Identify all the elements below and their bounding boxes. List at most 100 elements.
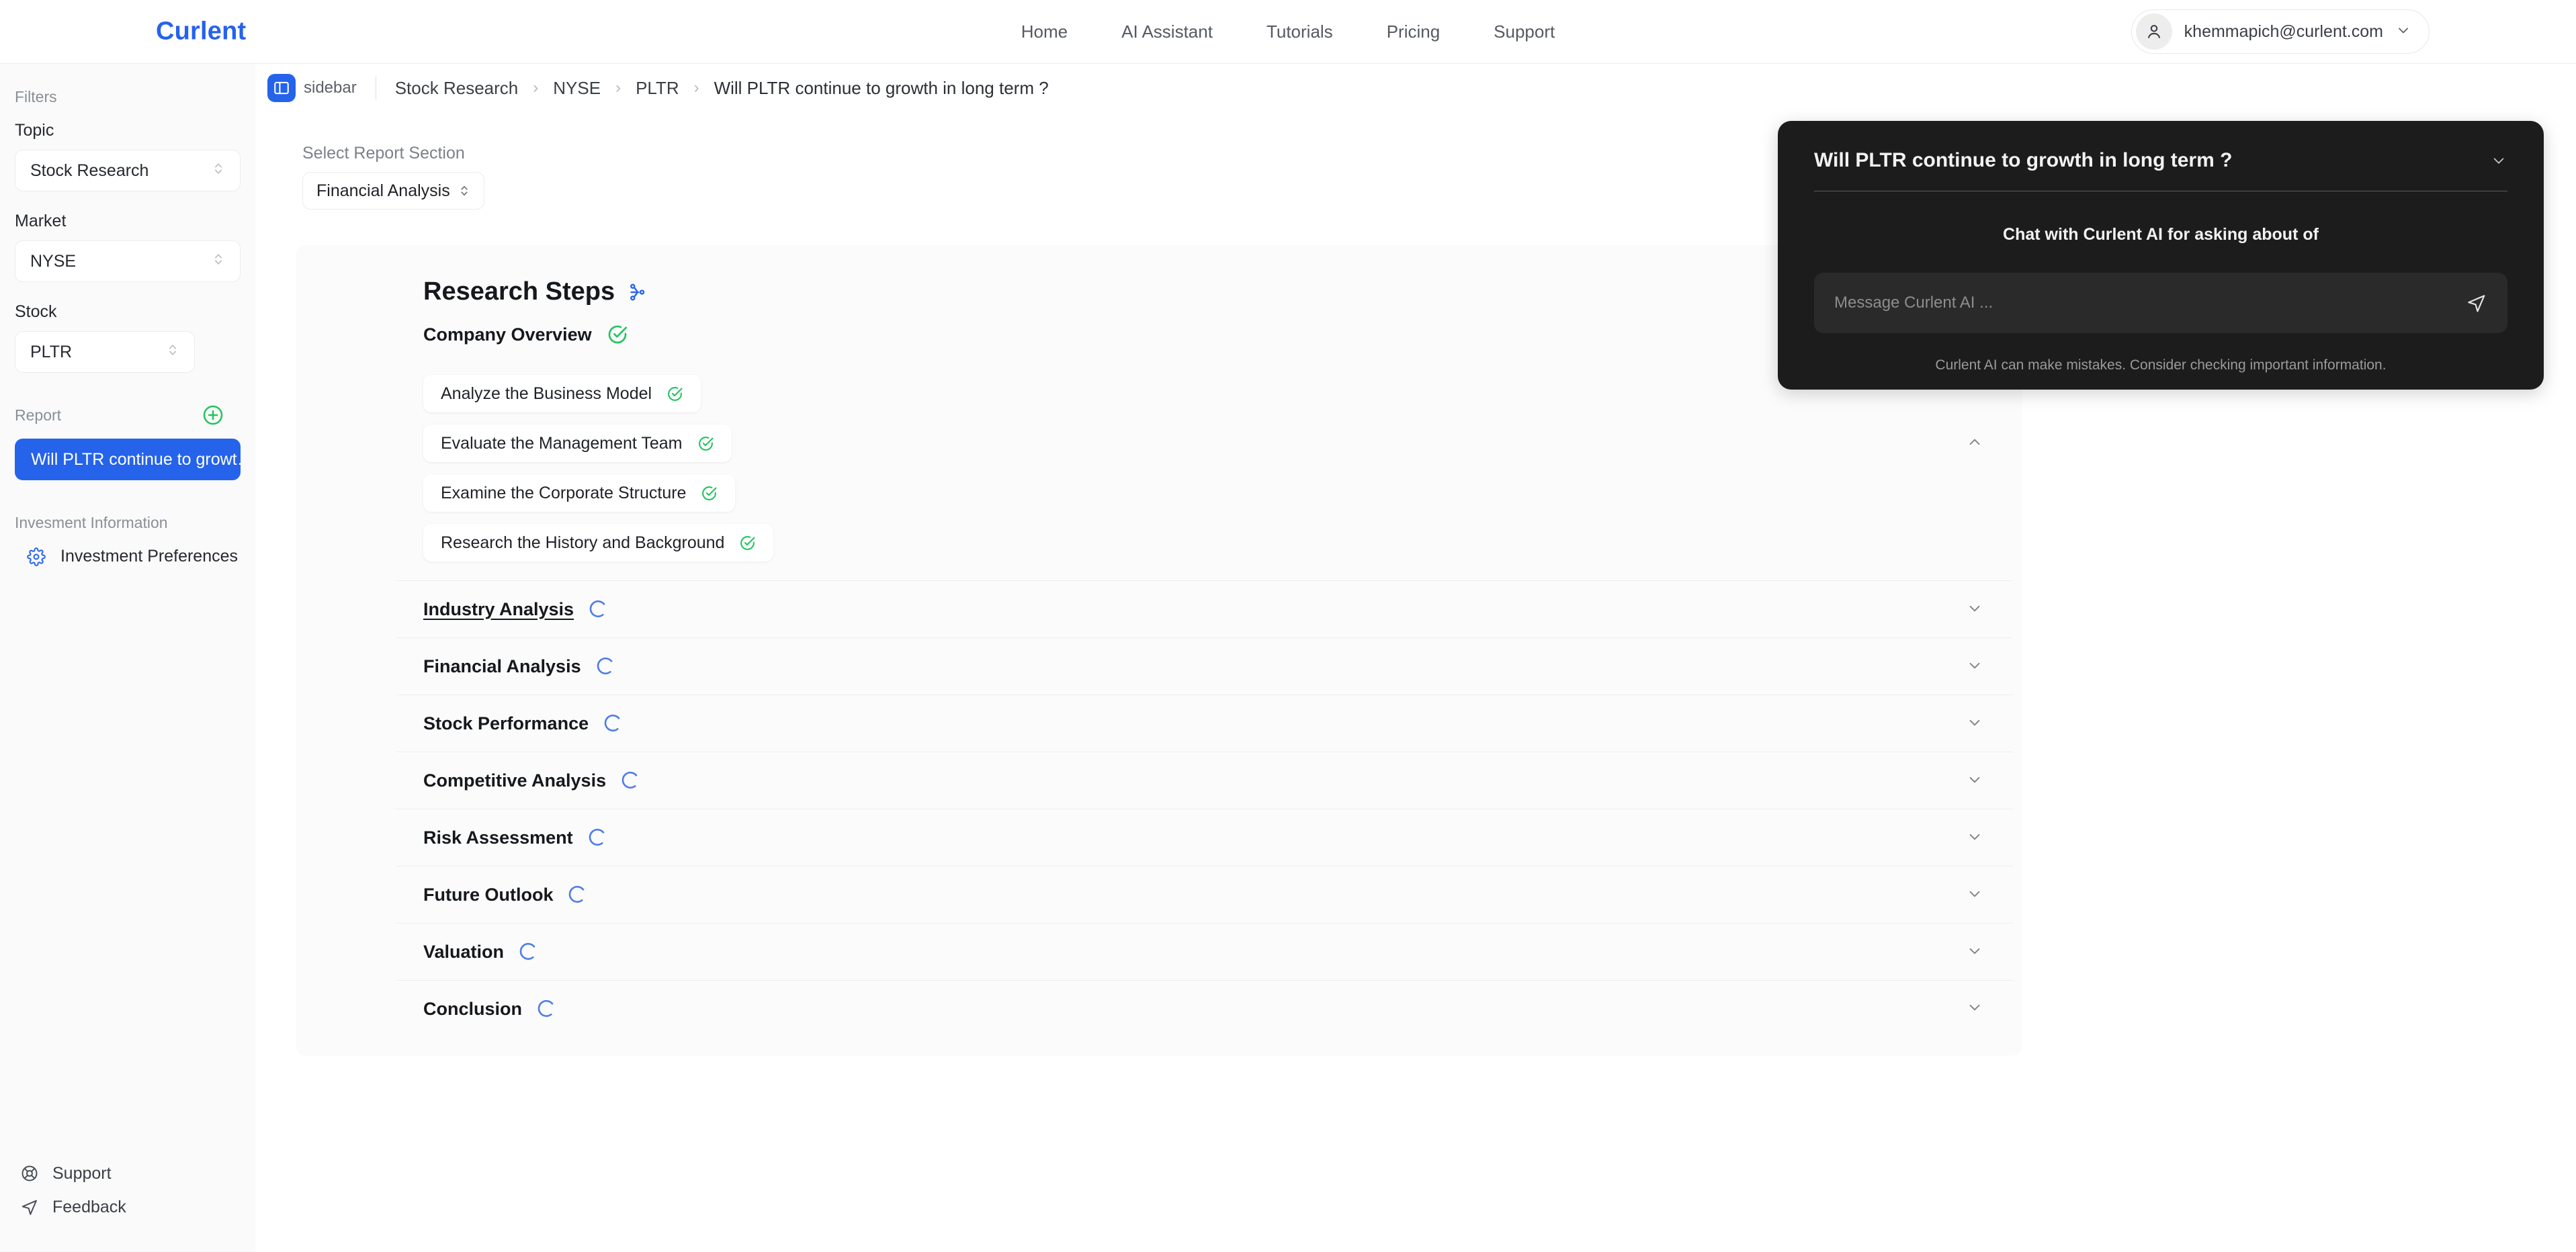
breadcrumb-bar: sidebar Stock Research › NYSE › PLTR › Will PL… <box>255 64 2576 112</box>
substep-item[interactable]: Analyze the Business Model <box>423 375 701 412</box>
account-menu[interactable]: khemmapich@curlent.com <box>2131 9 2430 54</box>
chat-panel: Will PLTR continue to growth in long ter… <box>1778 121 2544 390</box>
page-title: Research Steps <box>296 245 2022 306</box>
investment-preferences-label: Investment Preferences <box>60 547 239 566</box>
research-section: Future Outlook <box>296 866 2022 924</box>
sidebar-toggle-icon[interactable] <box>267 74 296 102</box>
plus-circle-icon[interactable] <box>202 404 224 427</box>
chevron-up-icon[interactable] <box>1966 433 1983 454</box>
substep-label: Analyze the Business Model <box>441 384 652 403</box>
research-sections-list: Company Overview Analyze the Business Mod… <box>296 306 2022 1037</box>
status-loading-icon <box>537 999 557 1019</box>
research-section-name: Company Overview <box>423 324 592 345</box>
topic-select-value: Stock Research <box>30 161 149 180</box>
stock-label: Stock <box>15 302 57 321</box>
gear-icon <box>27 547 46 566</box>
breadcrumb-item-3: Will PLTR continue to growth in long ter… <box>714 77 1049 98</box>
stock-select-value: PLTR <box>30 342 73 361</box>
breadcrumb-item-2[interactable]: PLTR <box>636 78 679 99</box>
chat-input[interactable] <box>1834 294 2455 312</box>
left-sidebar: Filters Topic Stock Research Market NYSE… <box>0 64 255 1252</box>
report-section-select[interactable]: Financial Analysis <box>302 172 484 210</box>
report-section-header: Report <box>0 404 255 427</box>
chevron-down-icon <box>2395 22 2411 42</box>
primary-nav-links: Home AI Assistant Tutorials Pricing Support <box>1021 21 1555 42</box>
chevron-down-icon[interactable] <box>1966 828 1983 848</box>
research-section: Stock Performance <box>296 695 2022 752</box>
research-section-header[interactable]: Competitive Analysis <box>296 752 2022 809</box>
research-section-name: Industry Analysis <box>423 598 574 619</box>
report-section-select-value: Financial Analysis <box>316 181 450 200</box>
market-select[interactable]: NYSE <box>15 240 241 282</box>
chevron-up-down-icon <box>166 341 179 363</box>
breadcrumb-separator: › <box>693 79 699 97</box>
chevron-down-icon[interactable] <box>1966 770 1983 791</box>
chat-subtitle: Chat with Curlent AI for asking about of <box>2003 225 2319 244</box>
research-steps-card: Research Steps Company Overview Analyze t… <box>296 245 2022 1056</box>
substep-label: Evaluate the Management Team <box>441 433 683 453</box>
substeps-list: Analyze the Business Model Evaluate the M… <box>296 363 2022 580</box>
research-section-header[interactable]: Company Overview <box>296 306 2022 445</box>
nav-link-ai-assistant[interactable]: AI Assistant <box>1121 21 1213 42</box>
nav-link-pricing[interactable]: Pricing <box>1387 21 1440 42</box>
chevron-down-icon[interactable] <box>2490 152 2507 169</box>
chevron-down-icon[interactable] <box>1966 885 1983 905</box>
nav-link-home[interactable]: Home <box>1021 21 1068 42</box>
select-report-section-label: Select Report Section <box>302 144 465 163</box>
research-section-name: Financial Analysis <box>423 656 581 676</box>
research-section-header[interactable]: Industry Analysis <box>296 581 2022 637</box>
status-complete-icon <box>607 324 628 345</box>
chevron-down-icon[interactable] <box>1966 599 1983 620</box>
feedback-link[interactable]: Feedback <box>0 1190 255 1224</box>
chevron-down-icon[interactable] <box>1966 713 1983 734</box>
chat-input-container[interactable] <box>1814 273 2507 333</box>
research-section-header[interactable]: Stock Performance <box>296 695 2022 752</box>
report-label: Report <box>15 406 62 424</box>
breadcrumb-item-0[interactable]: Stock Research <box>395 78 519 99</box>
chat-disclaimer: Curlent AI can make mistakes. Consider c… <box>1935 357 2387 373</box>
report-item-active[interactable]: Will PLTR continue to growt… <box>15 439 241 480</box>
report-item-label: Will PLTR continue to growt… <box>31 449 241 469</box>
user-icon <box>2135 13 2172 50</box>
market-select-value: NYSE <box>30 251 77 271</box>
nav-link-support[interactable]: Support <box>1494 21 1555 42</box>
substep-item[interactable]: Evaluate the Management Team <box>423 424 732 462</box>
research-section-name: Conclusion <box>423 998 522 1019</box>
topic-label: Topic <box>15 121 54 140</box>
status-complete-icon <box>739 535 756 551</box>
research-section: Risk Assessment <box>296 809 2022 866</box>
substep-item[interactable]: Research the History and Background <box>423 524 774 562</box>
research-section-name: Competitive Analysis <box>423 770 607 791</box>
breadcrumb-item-1[interactable]: NYSE <box>553 78 601 99</box>
chevron-up-down-icon <box>212 251 225 273</box>
substep-label: Examine the Corporate Structure <box>441 483 687 502</box>
status-loading-icon <box>589 599 609 619</box>
research-section: Competitive Analysis <box>296 752 2022 809</box>
status-loading-icon <box>588 828 608 848</box>
research-section-name: Future Outlook <box>423 884 554 905</box>
send-icon[interactable] <box>2466 292 2487 314</box>
support-link[interactable]: Support <box>0 1157 255 1190</box>
chevron-down-icon[interactable] <box>1966 942 1983 963</box>
account-email: khemmapich@curlent.com <box>2184 21 2383 41</box>
research-section-header[interactable]: Future Outlook <box>296 866 2022 923</box>
topic-select[interactable]: Stock Research <box>15 150 241 191</box>
research-section-header[interactable]: Financial Analysis <box>296 638 2022 695</box>
research-section-header[interactable]: Valuation <box>296 924 2022 980</box>
research-section-header[interactable]: Risk Assessment <box>296 809 2022 866</box>
research-section: Conclusion <box>296 981 2022 1037</box>
stock-select[interactable]: PLTR <box>15 331 195 373</box>
substep-item[interactable]: Examine the Corporate Structure <box>423 474 736 512</box>
top-navigation-bar: Curlent Home AI Assistant Tutorials Pricing… <box>0 0 2576 64</box>
investment-preferences-item[interactable]: Investment Preferences <box>0 547 255 566</box>
chevron-down-icon[interactable] <box>1966 999 1983 1020</box>
research-section: Valuation <box>296 924 2022 981</box>
app-logo[interactable]: Curlent <box>156 17 246 46</box>
lifebuoy-icon <box>20 1164 39 1183</box>
chevron-down-icon[interactable] <box>1966 656 1983 677</box>
research-section-header[interactable]: Conclusion <box>296 981 2022 1037</box>
chat-panel-header: Will PLTR continue to growth in long ter… <box>1778 121 2544 172</box>
status-loading-icon <box>519 942 539 962</box>
nav-link-tutorials[interactable]: Tutorials <box>1266 21 1333 42</box>
breadcrumb-separator: › <box>615 79 621 97</box>
